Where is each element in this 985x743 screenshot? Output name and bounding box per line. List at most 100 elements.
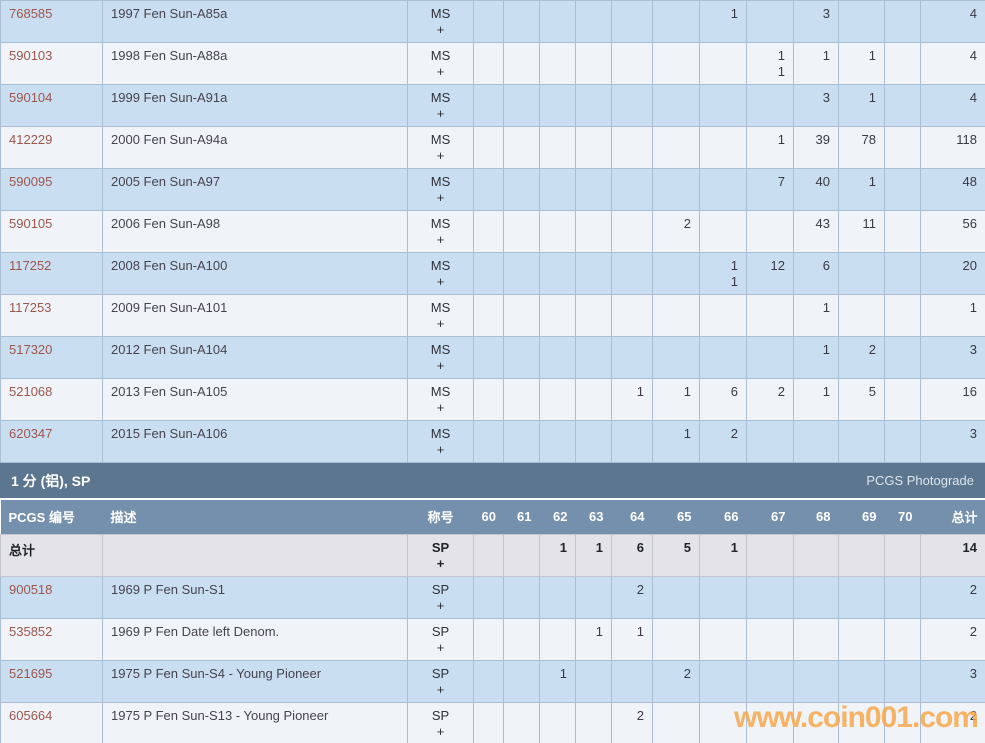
plus-count — [755, 106, 785, 122]
population-row: 5901052006 Fen Sun-A98MS+2431156 — [1, 211, 985, 253]
description-cell: 2000 Fen Sun-A94a — [103, 127, 408, 169]
photograde-link[interactable]: PCGS Photograde — [866, 473, 974, 488]
grade-67-cell — [747, 85, 794, 127]
grade-66-cell — [700, 211, 747, 253]
grade-count — [802, 582, 830, 598]
grade-64-cell — [612, 337, 653, 379]
grade-count: 3 — [802, 90, 830, 106]
plus-count — [755, 316, 785, 332]
grade-60-cell — [474, 127, 504, 169]
grade-70-cell — [885, 618, 921, 660]
plus-count — [708, 22, 738, 38]
designation-cell: SP+ — [408, 660, 474, 702]
designation-cell: SP+ — [408, 702, 474, 743]
pcgs-number-link[interactable]: 117252 — [9, 258, 51, 273]
grade-61-cell — [504, 702, 540, 743]
grade-count — [847, 258, 876, 274]
grade-count — [548, 384, 567, 400]
pcgs-number-link[interactable]: 117253 — [9, 300, 51, 315]
grade-count — [620, 48, 644, 64]
plus-count — [893, 316, 912, 332]
plus-count — [548, 400, 567, 416]
grade-count: 6 — [620, 540, 644, 556]
grade-count — [512, 174, 531, 190]
grade-66-cell — [700, 660, 747, 702]
plus-count — [512, 556, 531, 572]
grade-count — [548, 174, 567, 190]
grade-67-cell: 1 — [747, 127, 794, 169]
pcgs-number-link[interactable]: 768585 — [9, 6, 52, 21]
grade-count: 5 — [661, 540, 691, 556]
grade-60-cell — [474, 421, 504, 463]
grade-66-cell — [700, 576, 747, 618]
plus-count — [482, 682, 495, 698]
population-row: 6056641975 P Fen Sun-S13 - Young Pioneer… — [1, 702, 985, 743]
grade-60-cell — [474, 337, 504, 379]
plus-count — [512, 598, 531, 614]
pcgs-number-link[interactable]: 590095 — [9, 174, 52, 189]
grade-count — [482, 708, 495, 724]
designation-cell: MS+ — [408, 43, 474, 85]
plus-count — [847, 232, 876, 248]
pcgs-number-link[interactable]: 605664 — [9, 708, 52, 723]
grade-62-cell: 1 — [540, 534, 576, 576]
plus-count — [584, 358, 603, 374]
designation-plus-label: + — [416, 148, 465, 164]
total-count: 3 — [929, 666, 977, 682]
grade-count: 2 — [847, 342, 876, 358]
grade-count: 2 — [620, 582, 644, 598]
population-row: 5901031998 Fen Sun-A88aMS+11114 — [1, 43, 985, 85]
grade-count: 1 — [708, 6, 738, 22]
grade-count — [708, 708, 738, 724]
plus-count — [893, 190, 912, 206]
pcgs-number-link[interactable]: 412229 — [9, 132, 52, 147]
pcgs-number-link[interactable]: 535852 — [9, 624, 52, 639]
total-cell: 4 — [921, 1, 985, 43]
pcgs-number-link[interactable]: 900518 — [9, 582, 52, 597]
grade-count — [620, 90, 644, 106]
plus-count — [661, 400, 691, 416]
grade-69-cell: 5 — [839, 379, 885, 421]
plus-count — [482, 640, 495, 656]
pcgs-number-link[interactable]: 590103 — [9, 48, 52, 63]
grade-61-cell — [504, 421, 540, 463]
pcgs-number-cell: 590104 — [1, 85, 103, 127]
pcgs-number-link[interactable]: 590104 — [9, 90, 52, 105]
pcgs-number-link[interactable]: 590105 — [9, 216, 52, 231]
description-text: 1969 P Fen Sun-S1 — [111, 582, 225, 597]
plus-count — [548, 274, 567, 290]
designation-plus-label: + — [416, 232, 465, 248]
grade-60-cell — [474, 576, 504, 618]
designation-plus-label: + — [416, 190, 465, 206]
pcgs-number-link[interactable]: 620347 — [9, 426, 52, 441]
grade-70-cell — [885, 576, 921, 618]
description-text: 2013 Fen Sun-A105 — [111, 384, 227, 399]
designation-cell: MS+ — [408, 421, 474, 463]
plus-count — [548, 442, 567, 458]
col-header-grade-62: 62 — [540, 500, 576, 534]
grade-count — [620, 666, 644, 682]
grade-66-cell — [700, 337, 747, 379]
pcgs-number-link[interactable]: 517320 — [9, 342, 52, 357]
pcgs-number-link[interactable]: 521695 — [9, 666, 52, 681]
grade-62-cell — [540, 127, 576, 169]
grade-count — [661, 132, 691, 148]
plus-count — [661, 232, 691, 248]
grade-count — [755, 342, 785, 358]
grade-count — [512, 342, 531, 358]
plus-count — [482, 442, 495, 458]
grade-count — [620, 6, 644, 22]
totals-label: 总计 — [9, 543, 35, 558]
grade-count — [620, 426, 644, 442]
grade-69-cell — [839, 1, 885, 43]
grade-count — [893, 48, 912, 64]
pcgs-population-report-page: 7685851997 Fen Sun-A85aMS+1345901031998 … — [0, 0, 985, 743]
grade-count — [482, 48, 495, 64]
plus-count — [847, 148, 876, 164]
grade-60-cell — [474, 211, 504, 253]
pcgs-number-link[interactable]: 521068 — [9, 384, 52, 399]
grade-62-cell — [540, 379, 576, 421]
grade-count — [847, 582, 876, 598]
total-count: 14 — [929, 540, 977, 556]
plus-count — [512, 232, 531, 248]
